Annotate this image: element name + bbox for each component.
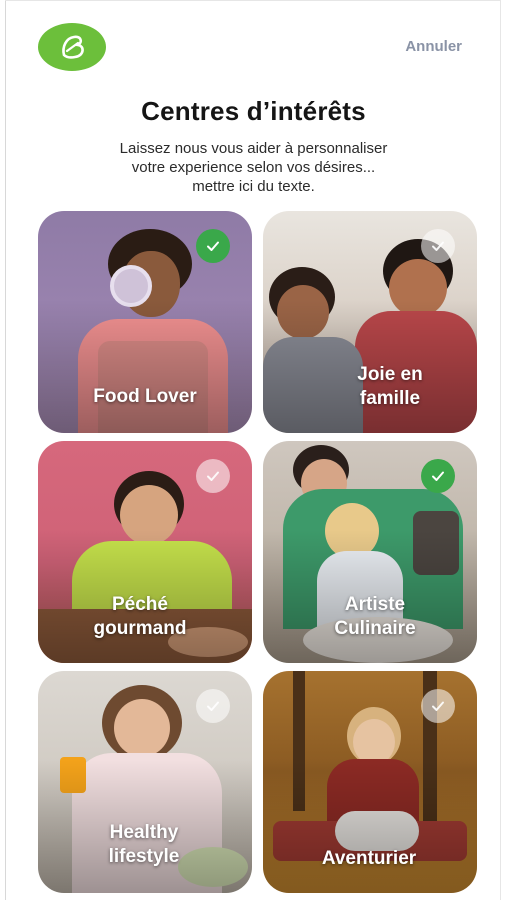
card-label: Péché gourmand [38, 593, 252, 641]
interest-card-joie-en-famille[interactable]: Joie en famille [263, 211, 477, 433]
card-label-line-1: Artiste [344, 594, 406, 615]
card-label-line-1: Aventurier [321, 848, 417, 869]
frame-border-top [5, 0, 500, 1]
checkmark-icon[interactable] [421, 689, 455, 723]
frame-border-right [500, 0, 501, 900]
checkmark-icon[interactable] [196, 459, 230, 493]
card-label: Artiste Culinaire [273, 593, 477, 641]
card-label-line-1: Joie en [357, 364, 423, 385]
interest-card-peche-gourmand[interactable]: Péché gourmand [38, 441, 252, 663]
interest-card-healthy-lifestyle[interactable]: Healthy lifestyle [38, 671, 252, 893]
checkmark-icon[interactable] [196, 689, 230, 723]
brand-logo-glyph [62, 35, 84, 59]
frame-border-left [5, 0, 6, 900]
checkmark-icon[interactable] [196, 229, 230, 263]
card-label-line-2: famille [359, 388, 421, 409]
subtitle-line-2: votre experience selon vos désires... [131, 159, 376, 176]
card-label-line-1: Péché [112, 594, 168, 615]
subtitle-line-1: Laissez nous vous aider à personnaliser [119, 140, 388, 157]
page-subtitle: Laissez nous vous aider à personnaliser … [40, 139, 467, 196]
checkmark-icon[interactable] [421, 459, 455, 493]
card-label-line-2: lifestyle [108, 846, 180, 867]
brand-logo-icon [38, 23, 106, 71]
interest-card-food-lover[interactable]: Food Lover [38, 211, 252, 433]
interest-card-artiste-culinaire[interactable]: Artiste Culinaire [263, 441, 477, 663]
card-label-line-2: gourmand [93, 618, 187, 639]
card-label: Healthy lifestyle [38, 821, 252, 869]
interest-card-aventurier[interactable]: Aventurier [263, 671, 477, 893]
card-label: Joie en famille [303, 363, 477, 411]
card-label-line-1: Healthy [109, 822, 179, 843]
card-label: Food Lover [38, 385, 252, 409]
subtitle-line-3: mettre ici du texte. [192, 178, 315, 195]
page-title: Centres d’intérêts [141, 96, 366, 126]
checkmark-icon[interactable] [421, 229, 455, 263]
cancel-button[interactable]: Annuler [405, 38, 462, 55]
card-label-line-2: Culinaire [334, 618, 416, 639]
card-label-line-1: Food Lover [93, 386, 197, 407]
card-label: Aventurier [263, 847, 477, 871]
